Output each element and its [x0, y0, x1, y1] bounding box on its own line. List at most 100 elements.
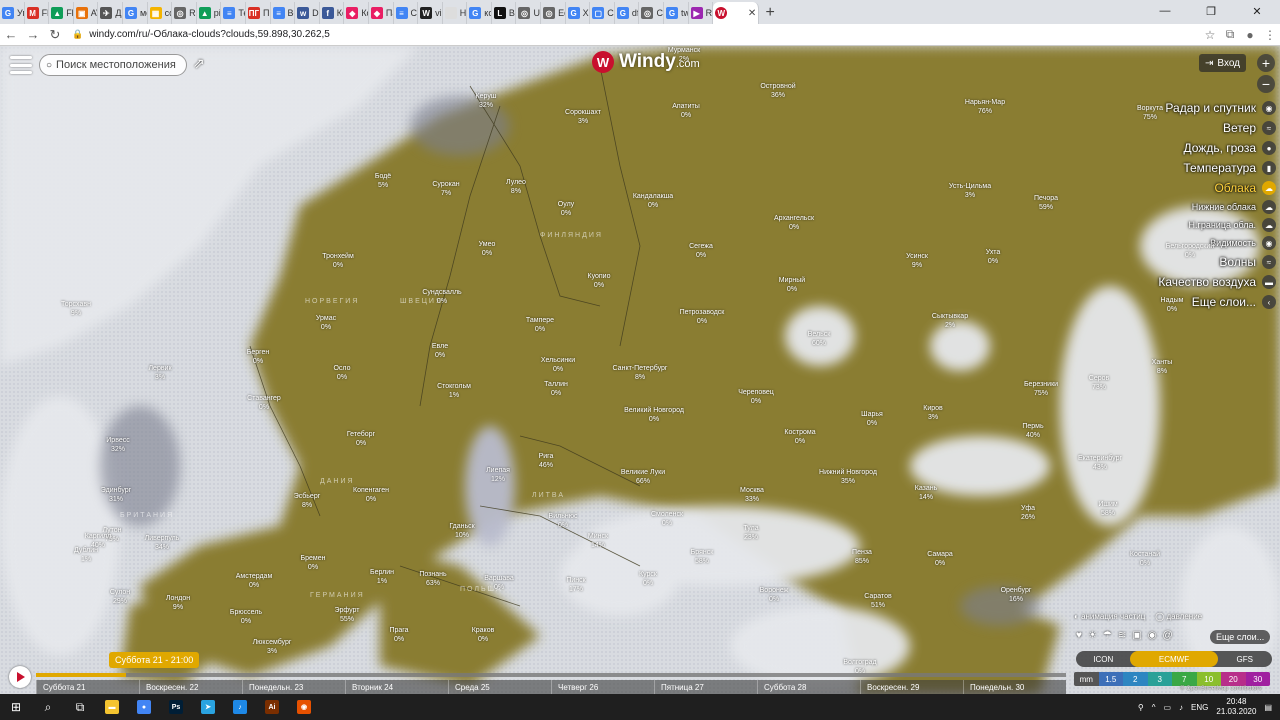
city-label[interactable]: Тула 23%: [743, 524, 758, 542]
browser-tab[interactable]: ПГПг: [246, 2, 271, 24]
heart-icon[interactable]: ♥: [1076, 630, 1082, 641]
city-label[interactable]: Мирный 0%: [779, 276, 805, 294]
model-option[interactable]: ICON: [1076, 651, 1130, 667]
city-label[interactable]: Лондон 9%: [166, 594, 190, 612]
city-label[interactable]: Таллин 0%: [544, 380, 568, 398]
sun-icon[interactable]: ☀: [1088, 630, 1097, 641]
search-input[interactable]: [56, 59, 177, 71]
city-label[interactable]: Прага 0%: [389, 626, 408, 644]
browser-tab[interactable]: LB F: [492, 2, 517, 24]
city-label[interactable]: Ханты 8%: [1152, 358, 1173, 376]
city-label[interactable]: Пенза 85%: [852, 548, 872, 566]
menu-kebab-icon[interactable]: ⋮: [1260, 25, 1280, 45]
city-label[interactable]: Стокгольм 1%: [437, 382, 471, 400]
city-label[interactable]: Печора 59%: [1034, 194, 1058, 212]
city-label[interactable]: Варшава 0%: [484, 574, 514, 592]
city-label[interactable]: Керуш 32%: [476, 92, 497, 110]
city-label[interactable]: Череповец 0%: [738, 388, 774, 406]
city-label[interactable]: Эрфурт 55%: [335, 606, 360, 624]
city-label[interactable]: Нижний Новгород 35%: [819, 468, 877, 486]
city-label[interactable]: Минск 14%: [588, 532, 608, 550]
city-label[interactable]: Сыктывкар 2%: [932, 312, 968, 330]
city-label[interactable]: Гетеборг 0%: [347, 430, 375, 448]
city-label[interactable]: Усинск 9%: [906, 252, 928, 270]
back-button[interactable]: ←: [0, 24, 22, 46]
city-label[interactable]: Пинск 17%: [566, 576, 585, 594]
rain-icon[interactable]: ☂: [1103, 630, 1112, 641]
layer-item[interactable]: Н.граница обла. ☁: [1189, 216, 1276, 234]
main-menu-icon[interactable]: [10, 56, 32, 74]
city-label[interactable]: Вельск 60%: [808, 330, 831, 348]
city-label[interactable]: Торсхавн 9%: [61, 300, 91, 318]
layer-item[interactable]: Дождь, гроза ●: [1183, 138, 1276, 158]
city-label[interactable]: Москва 33%: [740, 486, 764, 504]
city-label[interactable]: Мурманск 2%: [668, 46, 700, 64]
browser-tab[interactable]: Wvir: [418, 2, 443, 24]
browser-tab[interactable]: Нова: [443, 2, 468, 24]
profile-avatar[interactable]: ●: [1240, 25, 1260, 45]
city-label[interactable]: Оулу 0%: [558, 200, 574, 218]
city-label[interactable]: Краков 0%: [472, 626, 495, 644]
wind-icon[interactable]: ≋: [1118, 630, 1126, 641]
layer-item[interactable]: Температура ▮: [1183, 158, 1276, 178]
taskbar-app-app-blue[interactable]: ♪: [224, 694, 256, 720]
new-tab-button[interactable]: +: [759, 2, 781, 24]
zoom-out-button[interactable]: −: [1257, 75, 1275, 93]
browser-tab[interactable]: ▣AV: [74, 2, 99, 24]
city-label[interactable]: Бремен 0%: [301, 554, 326, 572]
current-time-badge[interactable]: Суббота 21 - 21:00: [109, 652, 200, 668]
city-label[interactable]: Берген 0%: [247, 348, 270, 366]
city-label[interactable]: Тампере 0%: [526, 316, 554, 334]
city-label[interactable]: Сорокшахт 3%: [565, 108, 601, 126]
zoom-in-button[interactable]: +: [1257, 54, 1275, 72]
city-label[interactable]: Гданьск 10%: [449, 522, 474, 540]
city-label[interactable]: Петрозаводск 0%: [680, 308, 725, 326]
taskbar-app-chrome[interactable]: ●: [128, 694, 160, 720]
city-label[interactable]: Уфа 26%: [1021, 504, 1035, 522]
browser-tab[interactable]: ▦cc: [148, 2, 173, 24]
city-label[interactable]: Познань 63%: [419, 570, 446, 588]
city-label[interactable]: Ливерпуль 34%: [145, 534, 180, 552]
city-label[interactable]: Тронхейм 0%: [322, 252, 354, 270]
windows-start-icon[interactable]: ⊞: [0, 694, 32, 720]
browser-tab[interactable]: fКо: [320, 2, 345, 24]
city-label[interactable]: Сегежа 0%: [689, 242, 713, 260]
tray-network-icon[interactable]: ▭: [1163, 703, 1171, 712]
tray-chevron-icon[interactable]: ^: [1152, 703, 1156, 712]
browser-tab[interactable]: Gме: [123, 2, 148, 24]
browser-tab[interactable]: ▲Fly: [49, 2, 74, 24]
city-label[interactable]: Воркута 75%: [1137, 104, 1163, 122]
city-label[interactable]: Амстердам 0%: [236, 572, 273, 590]
browser-tab[interactable]: GУп: [0, 2, 25, 24]
timeline-day[interactable]: Суббота 21: [36, 680, 139, 694]
city-label[interactable]: Усть-Цильма 3%: [949, 182, 991, 200]
city-label[interactable]: Бодё 5%: [375, 172, 391, 190]
city-label[interactable]: Эдинбург 31%: [101, 486, 131, 504]
taskbar-app-file-explorer[interactable]: ▬: [96, 694, 128, 720]
timeline-day[interactable]: Вторник 24: [345, 680, 448, 694]
map-viewport[interactable]: ○ ⇗ W Windy.com ⇥ Вход + − Радар и спутн…: [0, 46, 1280, 694]
taskbar-app-illustrator[interactable]: Ai: [256, 694, 288, 720]
city-label[interactable]: Люксембург 3%: [253, 638, 292, 656]
browser-tab[interactable]: ◎Ed: [541, 2, 566, 24]
city-label[interactable]: Осло 0%: [333, 364, 350, 382]
task-view-icon[interactable]: ⧉: [64, 694, 96, 720]
city-label[interactable]: Ставангер 0%: [247, 394, 281, 412]
city-label[interactable]: Умео 0%: [479, 240, 496, 258]
city-label[interactable]: Лервик 3%: [148, 364, 171, 382]
timeline-day[interactable]: Среда 25: [448, 680, 551, 694]
city-label[interactable]: Хельсинки 0%: [541, 356, 575, 374]
close-window-button[interactable]: ✕: [1234, 0, 1280, 22]
city-label[interactable]: Куопио 0%: [588, 272, 611, 290]
city-label[interactable]: Нарьян-Мар 76%: [965, 98, 1005, 116]
city-label[interactable]: Екатеринбург 43%: [1078, 454, 1122, 472]
city-label[interactable]: Воронеж 0%: [760, 586, 789, 604]
tray-clock[interactable]: 20:48 21.03.2020: [1216, 697, 1256, 717]
layer-item[interactable]: Волны ≈: [1219, 252, 1276, 272]
timeline-day[interactable]: Четверг 26: [551, 680, 654, 694]
model-option[interactable]: ECMWF: [1130, 651, 1218, 667]
city-label[interactable]: Кандалакша 0%: [633, 192, 673, 210]
play-button[interactable]: [9, 666, 31, 688]
minimize-button[interactable]: —: [1142, 0, 1188, 22]
extension-icon[interactable]: ⧉: [1220, 25, 1240, 45]
